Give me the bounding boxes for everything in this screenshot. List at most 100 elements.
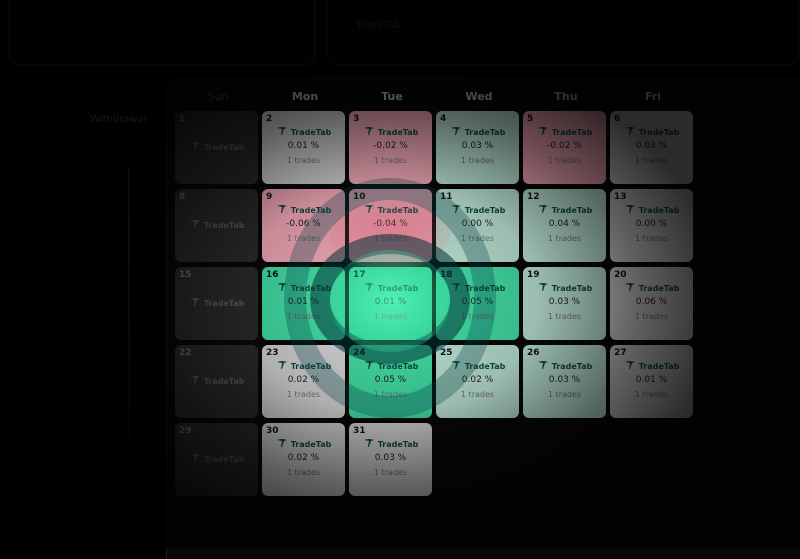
tradetab-logo-icon — [624, 204, 636, 216]
day-trade-count: 1 trades — [460, 312, 495, 321]
day-cell-15[interactable]: 15 TradeTab — [175, 267, 258, 340]
day-trade-count: 1 trades — [547, 390, 582, 399]
brand-logo: TradeTab — [262, 126, 345, 138]
day-cell-6[interactable]: 6 TradeTab 0.03 % 1 trades — [610, 111, 693, 184]
day-pnl-percent: 0.00 % — [635, 219, 668, 229]
tradetab-logo-icon — [363, 126, 375, 138]
day-number: 24 — [353, 348, 366, 358]
brand-logo: TradeTab — [262, 438, 345, 450]
day-cell-17[interactable]: 17 TradeTab 0.01 % 1 trades — [349, 267, 432, 340]
tradetab-logo-icon — [276, 282, 288, 294]
tradetab-logo-icon — [276, 126, 288, 138]
brand-logo: TradeTab — [175, 219, 258, 231]
day-cell-13[interactable]: 13 TradeTab 0.00 % 1 trades — [610, 189, 693, 262]
brand-name: TradeTab — [551, 127, 593, 137]
day-cell-23[interactable]: 23 TradeTab 0.02 % 1 trades — [262, 345, 345, 418]
tradetab-logo-icon — [450, 360, 462, 372]
day-pnl-percent: 0.01 % — [287, 297, 320, 307]
day-number: 29 — [179, 426, 192, 436]
brand-logo: TradeTab — [436, 126, 519, 138]
top-card-left — [8, 0, 316, 66]
tradetab-logo-icon — [189, 219, 201, 231]
day-cell-29[interactable]: 29 TradeTab — [175, 423, 258, 496]
top-card-right: TradeTab — [326, 0, 800, 66]
day-cell-18[interactable]: 18 TradeTab 0.05 % 1 trades — [436, 267, 519, 340]
day-number: 30 — [266, 426, 279, 436]
weekday-sun: Sun — [207, 90, 229, 103]
brand-name: TradeTab — [290, 439, 332, 449]
day-number: 22 — [179, 348, 192, 358]
brand-logo: TradeTab — [610, 282, 693, 294]
day-cell-5[interactable]: 5 TradeTab -0.02 % 1 trades — [523, 111, 606, 184]
day-cell-27[interactable]: 27 TradeTab 0.01 % 1 trades — [610, 345, 693, 418]
day-cell-3[interactable]: 3 TradeTab -0.02 % 1 trades — [349, 111, 432, 184]
day-cell-30[interactable]: 30 TradeTab 0.02 % 1 trades — [262, 423, 345, 496]
day-pnl-percent: 0.03 % — [548, 375, 581, 385]
day-pnl-percent: 0.03 % — [548, 297, 581, 307]
brand-logo: TradeTab — [436, 282, 519, 294]
day-number: 4 — [440, 114, 447, 124]
day-trade-count: 1 trades — [286, 156, 321, 165]
day-trade-count: 1 trades — [547, 312, 582, 321]
brand-name: TradeTab — [551, 361, 593, 371]
brand-name: TradeTab — [464, 205, 506, 215]
day-number: 10 — [353, 192, 366, 202]
day-number: 17 — [353, 270, 366, 280]
brand-logo: TradeTab — [349, 438, 432, 450]
tradetab-logo-icon — [189, 297, 201, 309]
day-cell-10[interactable]: 10 TradeTab -0.04 % 1 trades — [349, 189, 432, 262]
sidebar-withdrawal-label[interactable]: Withdrawal — [90, 114, 146, 125]
brand-logo: TradeTab — [262, 360, 345, 372]
brand-logo: TradeTab — [175, 141, 258, 153]
day-cell-26[interactable]: 26 TradeTab 0.03 % 1 trades — [523, 345, 606, 418]
day-cell-24[interactable]: 24 TradeTab 0.05 % 1 trades — [349, 345, 432, 418]
brand-name: TradeTab — [638, 283, 680, 293]
day-pnl-percent: 0.03 % — [374, 453, 407, 463]
day-cell-12[interactable]: 12 TradeTab 0.04 % 1 trades — [523, 189, 606, 262]
day-cell-4[interactable]: 4 TradeTab 0.03 % 1 trades — [436, 111, 519, 184]
day-pnl-percent: 0.02 % — [461, 375, 494, 385]
day-pnl-percent: 0.01 % — [374, 297, 407, 307]
day-cell-22[interactable]: 22 TradeTab — [175, 345, 258, 418]
day-cell-11[interactable]: 11 TradeTab 0.00 % 1 trades — [436, 189, 519, 262]
brand-name: TradeTab — [203, 220, 245, 230]
brand-name: TradeTab — [638, 205, 680, 215]
day-number: 18 — [440, 270, 453, 280]
day-cell-19[interactable]: 19 TradeTab 0.03 % 1 trades — [523, 267, 606, 340]
day-cell-1[interactable]: 1 TradeTab — [175, 111, 258, 184]
day-cell-2[interactable]: 2 TradeTab 0.01 % 1 trades — [262, 111, 345, 184]
tradetab-logo-icon — [537, 282, 549, 294]
day-cell-16[interactable]: 16 TradeTab 0.01 % 1 trades — [262, 267, 345, 340]
day-trade-count: 1 trades — [286, 468, 321, 477]
brand-logo: TradeTab — [523, 126, 606, 138]
day-pnl-percent: -0.06 % — [286, 219, 321, 229]
day-number: 13 — [614, 192, 627, 202]
day-cell-8[interactable]: 8 TradeTab — [175, 189, 258, 262]
brand-name: TradeTab — [464, 283, 506, 293]
tradetab-logo-icon — [363, 438, 375, 450]
day-trade-count: 1 trades — [460, 390, 495, 399]
day-trade-count: 1 trades — [373, 234, 408, 243]
day-pnl-percent: -0.02 % — [547, 141, 582, 151]
tradetab-logo-icon — [363, 360, 375, 372]
day-number: 20 — [614, 270, 627, 280]
day-cell-20[interactable]: 20 TradeTab 0.06 % 1 trades — [610, 267, 693, 340]
day-trade-count: 1 trades — [373, 468, 408, 477]
tradetab-logo-icon — [276, 204, 288, 216]
day-cell-31[interactable]: 31 TradeTab 0.03 % 1 trades — [349, 423, 432, 496]
tradetab-logo-icon — [189, 375, 201, 387]
brand-name: TradeTab — [638, 127, 680, 137]
day-pnl-percent: -0.02 % — [373, 141, 408, 151]
day-cell-9[interactable]: 9 TradeTab -0.06 % 1 trades — [262, 189, 345, 262]
brand-name: TradeTab — [377, 283, 419, 293]
day-trade-count: 1 trades — [286, 234, 321, 243]
day-pnl-percent: 0.04 % — [548, 219, 581, 229]
tradetab-logo-icon — [624, 360, 636, 372]
brand-name: TradeTab — [203, 454, 245, 464]
sidebar-scrollbar — [128, 168, 130, 458]
weekday-fri: Fri — [644, 90, 661, 103]
brand-name: TradeTab — [203, 298, 245, 308]
tradetab-logo-icon — [276, 438, 288, 450]
day-number: 25 — [440, 348, 453, 358]
day-cell-25[interactable]: 25 TradeTab 0.02 % 1 trades — [436, 345, 519, 418]
